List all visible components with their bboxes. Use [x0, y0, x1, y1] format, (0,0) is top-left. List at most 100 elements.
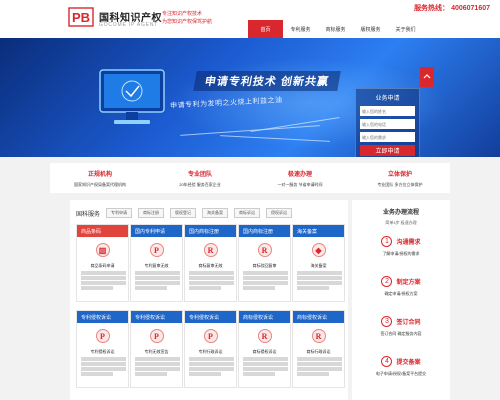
step-description: 签订合同 确定服务内容 — [380, 331, 422, 336]
process-step: 4 提交备案 电子申请/授权/备案平台提交 — [352, 356, 450, 377]
monitor-illustration — [99, 69, 165, 124]
step-label: 签订合同 — [396, 320, 421, 326]
service-hotline: 服务热线： 4006071607 — [414, 3, 490, 13]
logo-letters: PB — [72, 10, 90, 25]
card-header-label: 商标侵权诉讼 — [243, 315, 274, 321]
process-step: 3 签订合同 签订合同 确定服务内容 — [352, 316, 450, 337]
process-subtitle: 简单4步 极速办理 — [385, 220, 417, 225]
step-description: 电子申请/授权/备案平台提交 — [375, 371, 427, 376]
card-header-label: 专利侵权诉讼 — [189, 315, 220, 321]
card-description — [81, 357, 126, 377]
card-header: 国内专利申请 — [131, 225, 182, 237]
requirement-input[interactable] — [360, 132, 415, 142]
card-description — [297, 271, 342, 291]
feature-item: 极速办理 一对一服务 节省申请时间 — [250, 163, 350, 193]
header-slogan: 专注知识产权技术 为您知识产权保驾护航 — [162, 10, 212, 26]
nav-item-about[interactable]: 关于我们 — [388, 20, 423, 38]
card-title: 商标行政诉讼 — [306, 349, 331, 354]
feature-desc: 20年经验 服务百家企业 — [179, 182, 221, 187]
card-header-label: 商标侵权诉讼 — [297, 315, 328, 321]
card-header: 专利侵权诉讼 — [77, 311, 128, 323]
feature-title: 专业团队 — [187, 172, 212, 178]
company-logo[interactable]: PB — [68, 7, 94, 27]
name-input[interactable] — [360, 106, 415, 116]
card-title: 商标侵权诉讼 — [252, 349, 277, 354]
service-card[interactable]: 专利侵权诉讼 P 专利侵权诉讼 — [76, 310, 129, 388]
card-title: 商标驳回复审 — [252, 263, 277, 268]
service-section-title: 国科服务 — [76, 211, 101, 218]
main-nav: 首页 专利服务 商标服务 版权服务 关于我们 — [248, 20, 423, 38]
tab-copyright[interactable]: 版权登记 — [170, 208, 197, 218]
step-label: 提交备案 — [396, 360, 421, 366]
phone-input[interactable] — [360, 119, 415, 129]
service-tabs: 国科服务 专利申请 商标注册 版权登记 海关备案 商标诉讼 侵权诉讼 — [76, 208, 298, 218]
step-number: 4 — [381, 356, 393, 367]
nav-item-home[interactable]: 首页 — [248, 20, 283, 38]
feature-strip: 正规机构 国家知识产权局备案代理机构 专业团队 20年经验 服务百家企业 极速办… — [50, 163, 450, 193]
banner-headline: 申请专利技术 创新共赢 — [193, 71, 341, 91]
slogan-line-2: 为您知识产权保驾护航 — [162, 19, 213, 25]
step-number: 2 — [381, 276, 393, 287]
customs-shield-icon: ◆ — [311, 243, 326, 257]
card-header: 专利侵权诉讼 — [131, 311, 182, 323]
registered-trademark-icon: R — [257, 329, 272, 343]
tab-customs[interactable]: 海关备案 — [202, 208, 229, 218]
card-description — [81, 271, 126, 291]
card-header-label: 国内专利申请 — [135, 229, 166, 235]
registered-trademark-icon: R — [311, 329, 326, 343]
card-header-label: 专利侵权诉讼 — [135, 315, 166, 321]
patent-icon: P — [149, 243, 164, 257]
feature-title: 正规机构 — [87, 172, 112, 178]
apply-form-title: 业务申请 — [375, 96, 400, 102]
service-card[interactable]: 专利侵权诉讼 P 专利行政诉讼 — [184, 310, 237, 388]
card-description — [189, 357, 234, 377]
service-card[interactable]: 海关备案 ◆ 海关备案 — [292, 224, 345, 302]
card-header: 商标侵权诉讼 — [293, 311, 344, 323]
service-card[interactable]: 专利侵权诉讼 P 专利无效宣告 — [130, 310, 183, 388]
brand-subtitle: GOCOME IP AGENT — [99, 22, 159, 28]
feature-title: 极速办理 — [287, 172, 312, 178]
service-card[interactable]: 国内商标注册 R 商标复审无效 — [184, 224, 237, 302]
card-description — [135, 357, 180, 377]
card-header: 国内商标注册 — [185, 225, 236, 237]
apply-submit-button[interactable]: 立即申请 — [360, 145, 415, 156]
step-number: 3 — [381, 316, 393, 327]
process-panel: 业务办理流程 简单4步 极速办理 1 沟通需求 了解申请/授权的需求 2 制定方… — [352, 200, 450, 400]
tab-trademark-litigation[interactable]: 商标诉讼 — [234, 208, 261, 218]
service-card[interactable]: 商品条码 ▥ 商品条码申请 — [76, 224, 129, 302]
service-card[interactable]: 商标侵权诉讼 R 商标行政诉讼 — [292, 310, 345, 388]
site-header: PB 国科知识产权 GOCOME IP AGENT 专注知识产权技术 为您知识产… — [0, 0, 500, 38]
nav-item-copyright[interactable]: 版权服务 — [353, 20, 388, 38]
slogan-line-1: 专注知识产权技术 — [162, 11, 203, 17]
nav-item-trademark[interactable]: 商标服务 — [318, 20, 353, 38]
tab-infringement[interactable]: 侵权诉讼 — [266, 208, 293, 218]
patent-icon: P — [149, 329, 164, 343]
card-header-label: 商品条码 — [81, 229, 102, 235]
service-card[interactable]: 国内商标注册 R 商标驳回复审 — [238, 224, 291, 302]
card-description — [243, 357, 288, 377]
service-card[interactable]: 商标侵权诉讼 R 商标侵权诉讼 — [238, 310, 291, 388]
nav-item-patent[interactable]: 专利服务 — [283, 20, 318, 38]
process-step: 2 制定方案 确定申请/授权方案 — [352, 276, 450, 297]
registered-trademark-icon: R — [203, 243, 218, 257]
card-title: 商品条码申请 — [90, 263, 115, 268]
step-description: 了解申请/授权的需求 — [382, 251, 420, 256]
step-number: 1 — [381, 236, 393, 247]
hotline-number[interactable]: 4006071607 — [451, 5, 490, 12]
chevron-up-icon — [423, 74, 431, 79]
tab-patent-apply[interactable]: 专利申请 — [106, 208, 133, 218]
card-title: 专利行政诉讼 — [198, 349, 223, 354]
card-description — [243, 271, 288, 291]
card-header: 商品条码 — [77, 225, 128, 237]
service-card[interactable]: 国内专利申请 P 专利复审无效 — [130, 224, 183, 302]
feature-desc: 一对一服务 节省申请时间 — [277, 182, 323, 187]
card-header: 海关备案 — [293, 225, 344, 237]
feature-item: 立体保护 专业团队 多方位立体保护 — [350, 163, 450, 193]
registered-trademark-icon: R — [257, 243, 272, 257]
feature-item: 专业团队 20年经验 服务百家企业 — [150, 163, 250, 193]
tab-trademark-register[interactable]: 商标注册 — [138, 208, 165, 218]
patent-icon: P — [203, 329, 218, 343]
side-float-tab[interactable] — [420, 67, 434, 87]
service-panel: 国科服务 专利申请 商标注册 版权登记 海关备案 商标诉讼 侵权诉讼 商品条码 … — [70, 200, 348, 400]
card-header: 商标侵权诉讼 — [239, 311, 290, 323]
